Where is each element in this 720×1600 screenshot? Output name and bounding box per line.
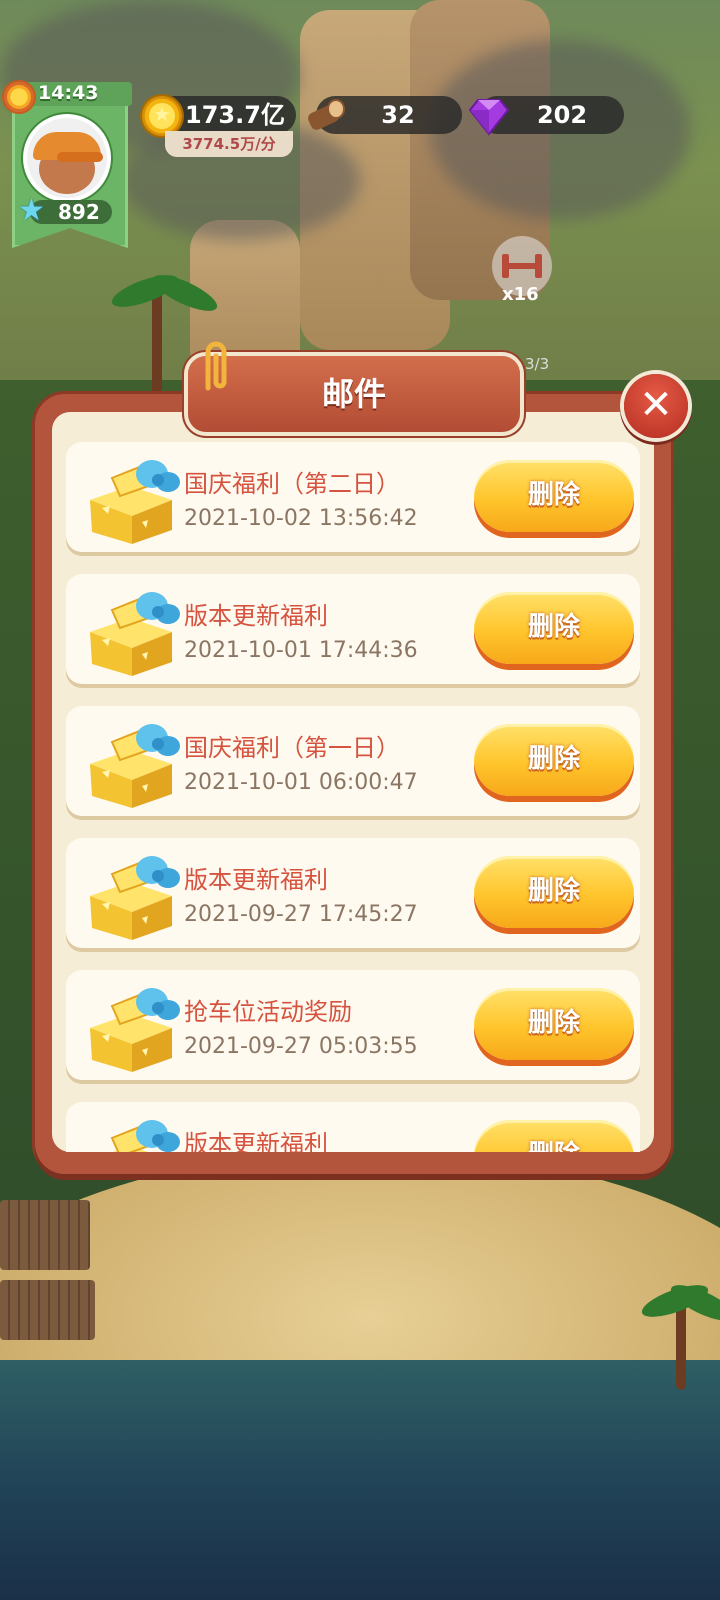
delete-button[interactable]: 删除 <box>474 460 634 532</box>
paperclip-icon <box>205 341 227 391</box>
coin-rate: 3774.5万/分 <box>182 135 276 153</box>
gift-box-icon <box>82 848 182 940</box>
mail-timestamp: 2021-10-02 13:56:42 <box>184 506 418 531</box>
delete-button[interactable]: 删除 <box>474 988 634 1060</box>
wood-log-icon <box>308 99 345 130</box>
sea-area <box>0 1360 720 1600</box>
wooden-dock <box>0 1280 95 1340</box>
mail-timestamp: 2021-10-01 17:44:36 <box>184 638 418 663</box>
wooden-dock <box>0 1200 90 1270</box>
delete-button[interactable]: 删除 <box>474 856 634 928</box>
coin-amount: 173.7亿 <box>185 101 285 129</box>
delete-button[interactable]: 删除 <box>474 1120 634 1152</box>
delete-button[interactable]: 删除 <box>474 724 634 796</box>
player-level: 892 <box>58 200 100 224</box>
gift-box-icon <box>82 980 182 1072</box>
mail-item[interactable]: 抢车位活动奖励 2021-09-27 05:03:55 删除 <box>66 970 640 1080</box>
mail-title: 国庆福利（第二日） <box>184 470 400 498</box>
wood-amount: 32 <box>381 101 415 129</box>
mail-timestamp: 2021-09-27 05:03:55 <box>184 1034 418 1059</box>
gift-box-icon <box>82 584 182 676</box>
coin-icon: ★ <box>142 96 182 136</box>
building-progress-count: 3/3 <box>525 355 550 373</box>
mail-item[interactable]: 版本更新福利 2021-10-01 17:44:36 删除 <box>66 574 640 684</box>
avatar-cap-brim <box>57 152 103 162</box>
delete-button[interactable]: 删除 <box>474 592 634 664</box>
gem-amount: 202 <box>536 101 588 129</box>
gift-box-icon <box>82 716 182 808</box>
gift-box-icon <box>82 1112 182 1152</box>
mail-item[interactable]: 版本更新福利 2021-09-27 17:45:27 删除 <box>66 838 640 948</box>
mail-title: 国庆福利（第一日） <box>184 734 400 762</box>
mail-item[interactable]: 版本更新福利 删除 <box>66 1102 640 1152</box>
sun-icon <box>4 82 34 112</box>
mail-item[interactable]: 国庆福利（第二日） 2021-10-02 13:56:42 删除 <box>66 442 640 552</box>
building-multiplier: x16 <box>502 284 539 305</box>
player-avatar[interactable] <box>27 118 107 198</box>
palm-tree <box>152 290 162 400</box>
mail-title: 版本更新福利 <box>184 602 328 630</box>
mail-title: 版本更新福利 <box>184 1130 328 1152</box>
palm-tree <box>676 1300 686 1390</box>
gem-icon <box>468 99 510 136</box>
mail-timestamp: 2021-09-27 17:45:27 <box>184 902 418 927</box>
gift-box-icon <box>82 452 182 544</box>
mail-title: 抢车位活动奖励 <box>184 998 352 1026</box>
mail-title: 版本更新福利 <box>184 866 328 894</box>
mail-timestamp: 2021-10-01 06:00:47 <box>184 770 418 795</box>
star-icon: ★ <box>18 193 45 228</box>
mail-item[interactable]: 国庆福利（第一日） 2021-10-01 06:00:47 删除 <box>66 706 640 816</box>
game-clock: 14:43 <box>38 82 99 104</box>
